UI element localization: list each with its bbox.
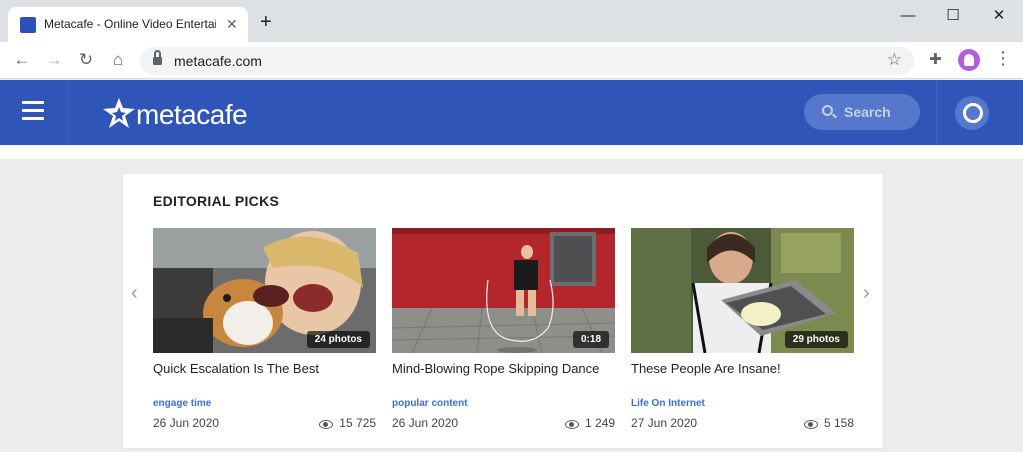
video-thumbnail[interactable]: 24 photos	[153, 228, 376, 353]
browser-toolbar: ← → ↻ ⌂ metacafe.com ☆	[0, 42, 1023, 79]
video-title[interactable]: Mind-Blowing Rope Skipping Dance	[392, 361, 599, 376]
media-badge: 24 photos	[306, 331, 370, 348]
lock-icon	[153, 50, 162, 66]
eye-icon	[319, 419, 334, 429]
hamburger-menu-icon[interactable]	[22, 101, 46, 123]
publish-date: 26 Jun 2020	[153, 416, 220, 430]
home-button[interactable]: ⌂	[107, 49, 129, 71]
search-button[interactable]: Search	[804, 94, 920, 130]
bookmark-star-icon[interactable]: ☆	[887, 50, 902, 70]
media-badge: 29 photos	[784, 331, 848, 348]
view-count: 5 158	[803, 416, 854, 430]
logo-star-icon	[103, 98, 135, 128]
reload-button[interactable]: ↻	[75, 49, 97, 71]
close-window-button[interactable]: ✕	[989, 6, 1009, 26]
video-thumbnail[interactable]: 29 photos	[631, 228, 854, 353]
section-title: EDITORIAL PICKS	[153, 193, 280, 209]
browser-menu-icon[interactable]: ⋮	[994, 48, 1012, 69]
close-tab-icon[interactable]: ✕	[226, 16, 238, 32]
publish-date: 27 Jun 2020	[631, 416, 698, 430]
site-header: metacafe Search	[0, 80, 1023, 145]
header-subbar	[0, 145, 1023, 159]
url-text: metacafe.com	[174, 53, 262, 69]
extensions-puzzle-icon[interactable]: ✚	[929, 50, 942, 68]
search-icon	[822, 105, 833, 116]
category-tag[interactable]: engage time	[153, 398, 211, 409]
view-count-value: 1 249	[584, 416, 615, 430]
profile-avatar[interactable]	[958, 49, 980, 71]
user-account-icon[interactable]	[955, 96, 989, 130]
header-divider	[936, 80, 937, 145]
view-count: 15 725	[319, 416, 376, 430]
back-button[interactable]: ←	[11, 49, 33, 71]
publish-date: 26 Jun 2020	[392, 416, 459, 430]
category-tag[interactable]: popular content	[392, 398, 468, 409]
video-card[interactable]: 24 photos Quick Escalation Is The Best e…	[153, 228, 376, 438]
eye-icon	[564, 419, 579, 429]
video-title[interactable]: Quick Escalation Is The Best	[153, 361, 319, 376]
forward-button[interactable]: →	[43, 49, 65, 71]
browser-tab[interactable]: Metacafe - Online Video Entertainment ✕	[8, 7, 248, 42]
metacafe-favicon-icon	[20, 17, 36, 33]
tab-title: Metacafe - Online Video Entertainment	[44, 17, 216, 31]
minimize-button[interactable]: —	[898, 6, 918, 26]
view-count-value: 5 158	[823, 416, 854, 430]
video-thumbnail[interactable]: 0:18	[392, 228, 615, 353]
video-card[interactable]: 0:18 Mind-Blowing Rope Skipping Dance po…	[392, 228, 615, 438]
new-tab-button[interactable]: +	[260, 12, 272, 32]
logo-text: metacafe	[136, 99, 248, 130]
carousel-prev-arrow-icon[interactable]: ‹	[131, 282, 138, 305]
search-label: Search	[844, 104, 891, 120]
view-count-value: 15 725	[339, 416, 376, 430]
carousel-next-arrow-icon[interactable]: ›	[863, 282, 870, 305]
category-tag[interactable]: Life On Internet	[631, 398, 705, 409]
browser-tabstrip: Metacafe - Online Video Entertainment ✕ …	[0, 0, 1023, 42]
video-card[interactable]: 29 photos These People Are Insane! Life …	[631, 228, 854, 438]
video-title[interactable]: These People Are Insane!	[631, 361, 781, 376]
media-badge: 0:18	[572, 331, 609, 348]
header-divider	[68, 80, 69, 145]
address-bar[interactable]: metacafe.com ☆	[140, 47, 914, 75]
maximize-button[interactable]: ☐	[943, 6, 963, 26]
editorial-picks-section: EDITORIAL PICKS ‹ › 24 photos Quick Esca…	[123, 174, 883, 448]
view-count: 1 249	[564, 416, 615, 430]
eye-icon	[803, 419, 818, 429]
